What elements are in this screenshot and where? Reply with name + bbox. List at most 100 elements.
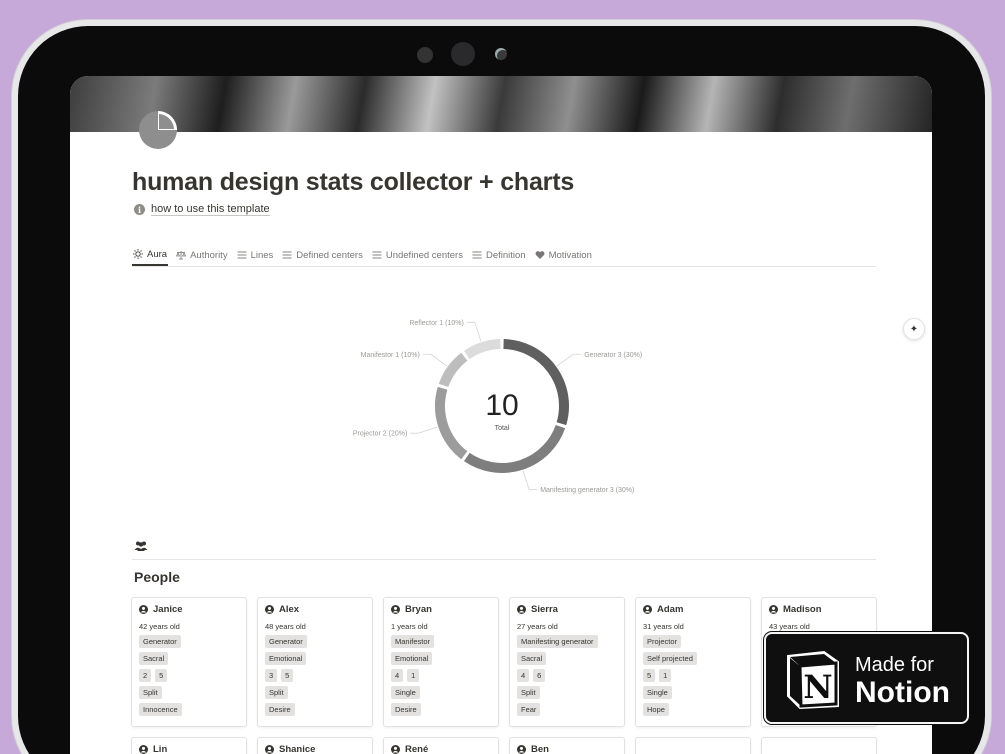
motivation-tag: Fear <box>517 703 541 716</box>
slice-label: Manifestor 1 (10%) <box>361 352 420 359</box>
line-tag: 4 <box>517 669 530 682</box>
person-name: René <box>405 744 429 754</box>
tab-label: Motivation <box>548 249 592 261</box>
tab-authority[interactable]: Authority <box>175 244 229 266</box>
heart-icon <box>535 251 545 259</box>
person-name: Bryan <box>405 604 432 615</box>
list-icon <box>472 251 482 259</box>
line-tag: 1 <box>659 669 672 682</box>
tab-defined-centers[interactable]: Defined centers <box>281 244 364 266</box>
motivation-tag: Desire <box>265 703 295 716</box>
person-name: Sierra <box>531 604 558 615</box>
line-tag: 5 <box>155 669 168 682</box>
tab-label: Undefined centers <box>385 249 463 261</box>
camera-dot-left <box>417 47 433 63</box>
aura-donut-chart: 10 Total Generator 3 (30%) Manifesting ge… <box>353 320 642 494</box>
tab-motivation[interactable]: Motivation <box>534 244 593 266</box>
donut-slice[interactable] <box>435 386 468 460</box>
authority-tag: Sacral <box>517 652 547 665</box>
slice-label: Reflector 1 (10%) <box>409 320 463 327</box>
tab-undefined-centers[interactable]: Undefined centers <box>371 244 464 266</box>
tab-label: Definition <box>485 249 526 261</box>
person-card[interactable]: Janice 42 years old Generator Sacral 25 … <box>131 597 247 727</box>
definition-tag: Split <box>139 686 162 699</box>
badge-line1: Made for <box>855 654 934 676</box>
view-tabs: Aura Authority Lines Defined centers Und… <box>132 244 876 267</box>
svg-text:N: N <box>803 668 832 706</box>
person-icon <box>265 745 274 754</box>
person-age: 42 years old <box>139 622 180 631</box>
leader-line <box>522 470 538 491</box>
authority-tag: Emotional <box>391 652 433 665</box>
person-age: 1 years old <box>391 622 428 631</box>
person-icon <box>139 605 148 614</box>
howto-link[interactable]: i how to use this template <box>134 203 270 216</box>
slice-label: Projector 2 (20%) <box>353 431 407 438</box>
person-name: Ben <box>531 744 549 754</box>
list-icon <box>372 251 382 259</box>
line-tag: 5 <box>643 669 656 682</box>
person-name: Madison <box>783 604 822 615</box>
person-card[interactable]: Shanice <box>257 737 373 754</box>
page-cover <box>70 76 932 132</box>
scale-icon <box>176 251 187 260</box>
tab-aura[interactable]: Aura <box>132 244 169 266</box>
person-card[interactable]: Alex 48 years old Generator Emotional 35… <box>257 597 373 727</box>
person-name: Adam <box>657 604 684 615</box>
slice-label: Manifesting generator 3 (30%) <box>540 487 634 494</box>
authority-tag: Emotional <box>265 652 307 665</box>
tab-label: Lines <box>250 249 274 261</box>
aura-tag: Manifesting generator <box>517 635 598 648</box>
made-for-notion-badge: N Made for Notion <box>764 632 969 724</box>
donut-slice[interactable] <box>463 339 501 360</box>
ai-sparkle-button[interactable]: ✦ <box>903 318 925 340</box>
page-title: human design stats collector + charts <box>132 168 575 196</box>
line-tag: 5 <box>281 669 294 682</box>
person-icon <box>265 605 274 614</box>
pie-chart-icon[interactable] <box>138 110 178 150</box>
person-icon <box>517 745 526 754</box>
leader-line <box>422 353 448 367</box>
sun-icon <box>133 249 143 259</box>
donut-slice[interactable] <box>438 352 468 388</box>
tab-label: Aura <box>147 248 168 260</box>
person-card[interactable] <box>635 737 751 754</box>
person-card[interactable]: René <box>383 737 499 754</box>
donut-slice[interactable] <box>463 424 566 473</box>
person-card[interactable] <box>761 737 877 754</box>
person-card[interactable]: Adam 31 years old Projector Self project… <box>635 597 751 727</box>
definition-tag: Single <box>643 686 672 699</box>
person-icon <box>769 605 778 614</box>
person-age: 48 years old <box>265 622 306 631</box>
motivation-tag: Innocence <box>139 703 182 716</box>
definition-tag: Split <box>265 686 288 699</box>
info-icon: i <box>134 204 145 215</box>
chart-center-value: 10 <box>485 389 518 422</box>
tab-definition[interactable]: Definition <box>471 244 527 266</box>
line-tag: 4 <box>391 669 404 682</box>
tab-lines[interactable]: Lines <box>236 244 275 266</box>
people-heading: People <box>134 569 180 585</box>
badge-line2: Notion <box>855 676 950 709</box>
authority-tag: Self projected <box>643 652 697 665</box>
person-icon <box>391 605 400 614</box>
leader-line <box>466 321 482 342</box>
person-name: Shanice <box>279 744 316 754</box>
person-age: 31 years old <box>643 622 684 631</box>
definition-tag: Single <box>391 686 420 699</box>
person-icon <box>139 745 148 754</box>
people-icon <box>134 541 148 551</box>
aura-tag: Manifestor <box>391 635 435 648</box>
person-card[interactable]: Lin <box>131 737 247 754</box>
definition-tag: Split <box>517 686 540 699</box>
line-tag: 1 <box>407 669 420 682</box>
person-card[interactable]: Ben <box>509 737 625 754</box>
motivation-tag: Hope <box>643 703 669 716</box>
camera-lens <box>451 42 475 66</box>
camera-dot-right <box>495 48 507 60</box>
person-icon <box>643 605 652 614</box>
tab-label: Defined centers <box>296 249 363 261</box>
person-card[interactable]: Bryan 1 years old Manifestor Emotional 4… <box>383 597 499 727</box>
person-card[interactable]: Sierra 27 years old Manifesting generato… <box>509 597 625 727</box>
chart-center-label: Total <box>495 425 510 432</box>
